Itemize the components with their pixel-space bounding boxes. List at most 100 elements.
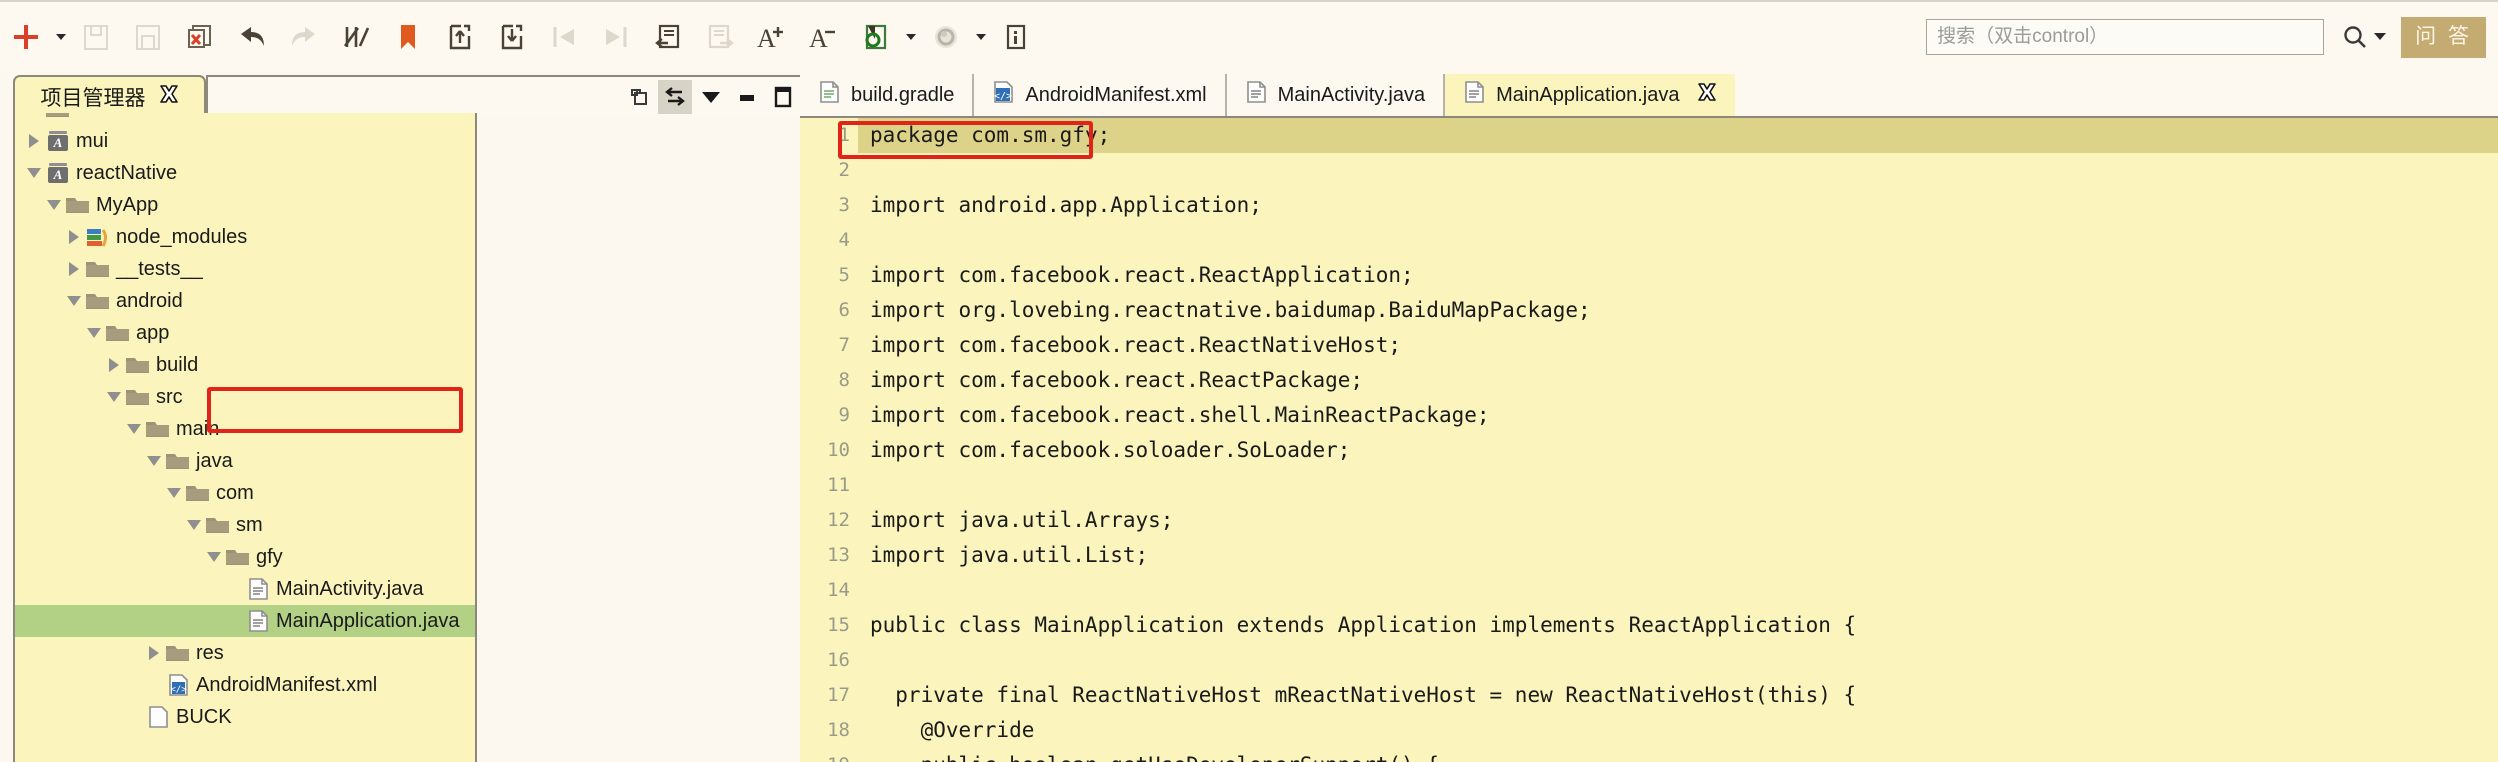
chevron-right-icon[interactable] (23, 125, 45, 157)
line-number: 11 (827, 474, 850, 496)
project-tree-panel[interactable]: Amui AreactNative MyApp node_modules __tests… (13, 113, 477, 762)
chevron-down-icon[interactable] (143, 445, 165, 477)
font-decrease-icon[interactable]: A (798, 11, 850, 63)
code-line[interactable]: import java.util.Arrays; (858, 503, 2498, 538)
editor-tab[interactable]: </> AndroidManifest.xml (974, 74, 1227, 116)
uncomment-icon[interactable] (694, 11, 746, 63)
bookmark-icon[interactable] (382, 11, 434, 63)
debug-icon[interactable] (920, 11, 972, 63)
code-line[interactable]: import android.app.Application; (858, 188, 2498, 223)
chevron-right-icon[interactable] (63, 221, 85, 253)
new-icon[interactable] (0, 11, 52, 63)
code-line[interactable] (858, 153, 2498, 188)
copy-path-icon[interactable] (622, 80, 656, 114)
export-icon[interactable] (434, 11, 486, 63)
code-line[interactable]: import java.util.List; (858, 538, 2498, 573)
tree-item-selected[interactable]: MainApplication.java (15, 605, 475, 637)
code-line[interactable]: import org.lovebing.reactnative.baidumap… (858, 293, 2498, 328)
undo-icon[interactable] (226, 11, 278, 63)
save-icon[interactable] (70, 11, 122, 63)
tree-item[interactable]: MainActivity.java (15, 573, 475, 605)
font-increase-icon[interactable]: A (746, 11, 798, 63)
minimize-icon[interactable] (730, 80, 764, 114)
tree-item[interactable]: node_modules (15, 221, 475, 253)
line-number: 9 (838, 404, 850, 426)
search-input[interactable] (1927, 20, 2324, 54)
tree-item[interactable]: AreactNative (15, 157, 475, 189)
close-file-icon[interactable] (174, 11, 226, 63)
code-line[interactable]: import com.facebook.react.shell.MainReac… (858, 398, 2498, 433)
qa-button[interactable]: 问 答 (2401, 16, 2486, 58)
folder-icon (205, 509, 231, 541)
editor-tab-active[interactable]: MainApplication.java (1445, 74, 1735, 116)
comment-icon[interactable] (642, 11, 694, 63)
tree-item[interactable]: main (15, 413, 475, 445)
code-line[interactable]: public boolean getUseDeveloperSupport() … (858, 748, 2498, 762)
import-icon[interactable] (486, 11, 538, 63)
code-line[interactable] (858, 468, 2498, 503)
tree-item[interactable]: com (15, 477, 475, 509)
format-icon[interactable] (330, 11, 382, 63)
chevron-down-icon[interactable] (83, 317, 105, 349)
search-dropdown-caret[interactable] (2373, 28, 2387, 46)
new-dropdown-caret[interactable] (52, 11, 70, 63)
tree-item-label: build (156, 353, 199, 376)
chevron-down-icon[interactable] (183, 509, 205, 541)
chevron-down-icon[interactable] (63, 285, 85, 317)
editor-tab-close-icon[interactable] (1697, 82, 1717, 108)
chevron-down-icon[interactable] (163, 477, 185, 509)
chevron-down-icon[interactable] (43, 189, 65, 221)
chevron-down-icon[interactable] (203, 541, 225, 573)
search-scope-button[interactable] (2334, 11, 2393, 63)
chevron-down-icon[interactable] (103, 381, 125, 413)
tree-item[interactable]: __tests__ (15, 253, 475, 285)
info-icon[interactable] (990, 11, 1042, 63)
chevron-down-icon[interactable] (123, 413, 145, 445)
code-line[interactable]: import com.facebook.react.ReactPackage; (858, 363, 2498, 398)
run-icon[interactable] (850, 11, 902, 63)
editor-tab[interactable]: build.gradle (800, 74, 975, 116)
tree-item[interactable]: java (15, 445, 475, 477)
code-line[interactable]: private final ReactNativeHost mReactNati… (858, 678, 2498, 713)
collapse-all-icon[interactable] (694, 80, 728, 114)
search-box[interactable] (1926, 19, 2325, 55)
prev-icon[interactable] (538, 11, 590, 63)
code-line[interactable]: @Override (858, 713, 2498, 748)
tree-item[interactable]: gfy (15, 541, 475, 573)
code-line[interactable] (858, 643, 2498, 678)
chevron-right-icon[interactable] (143, 637, 165, 669)
redo-icon[interactable] (278, 11, 330, 63)
code-line[interactable]: import com.facebook.react.ReactNativeHos… (858, 328, 2498, 363)
code-area[interactable]: 12345678910111213141516171819 package co… (800, 118, 2498, 762)
sync-scroll-icon[interactable] (658, 79, 692, 114)
code-lines[interactable]: package com.sm.gfy; import android.app.Ap… (858, 118, 2498, 762)
tree-item[interactable]: Amui (15, 125, 475, 157)
editor-tab[interactable]: MainActivity.java (1226, 74, 1446, 116)
code-line[interactable]: public class MainApplication extends App… (858, 608, 2498, 643)
code-line[interactable] (858, 223, 2498, 258)
tree-item[interactable]: android (15, 285, 475, 317)
tree-item[interactable] (15, 113, 475, 125)
tree-item[interactable]: sm (15, 509, 475, 541)
tree-item[interactable]: app (15, 317, 475, 349)
run-dropdown-caret[interactable] (902, 11, 920, 63)
tree-item[interactable]: build (15, 349, 475, 381)
code-line[interactable]: package com.sm.gfy; (858, 118, 2498, 153)
tree-item[interactable]: MyApp (15, 189, 475, 221)
code-line[interactable]: import com.facebook.soloader.SoLoader; (858, 433, 2498, 468)
close-icon[interactable] (159, 84, 179, 109)
chevron-right-icon[interactable] (103, 349, 125, 381)
tree-item[interactable]: </> AndroidManifest.xml (15, 669, 475, 701)
code-line[interactable]: import com.facebook.react.ReactApplicati… (858, 258, 2498, 293)
next-icon[interactable] (590, 11, 642, 63)
debug-dropdown-caret[interactable] (972, 11, 990, 63)
chevron-down-icon[interactable] (23, 157, 45, 189)
chevron-right-icon[interactable] (63, 253, 85, 285)
save-all-icon[interactable] (122, 11, 174, 63)
tree-item[interactable]: res (15, 637, 475, 669)
tree-item[interactable]: src (15, 381, 475, 413)
tree-item[interactable]: BUCK (15, 701, 475, 733)
project-panel-tab[interactable]: 项目管理器 (13, 75, 206, 116)
code-line[interactable] (858, 573, 2498, 608)
maximize-icon[interactable] (766, 80, 800, 114)
